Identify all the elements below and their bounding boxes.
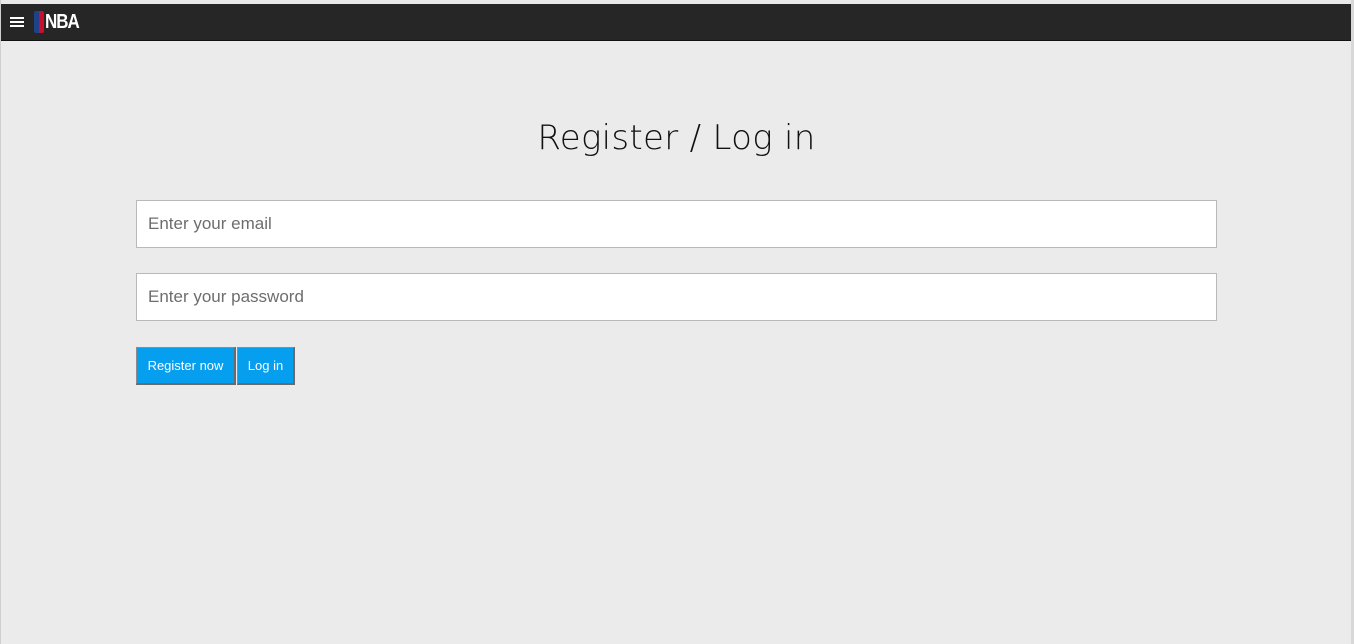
password-field[interactable] [136, 273, 1217, 321]
page: NBA Register / Log in Register now Log i… [0, 0, 1354, 644]
nba-logo-text: NBA [45, 9, 80, 33]
nba-logo[interactable]: NBA [34, 9, 80, 33]
page-title: Register / Log in [537, 118, 816, 158]
log-in-button[interactable]: Log in [237, 347, 295, 385]
register-now-button[interactable]: Register now [136, 347, 236, 385]
nba-logo-mark-icon [34, 11, 44, 33]
top-navbar: NBA [1, 0, 1352, 41]
hamburger-menu-icon[interactable] [10, 15, 24, 29]
email-field[interactable] [136, 200, 1217, 248]
